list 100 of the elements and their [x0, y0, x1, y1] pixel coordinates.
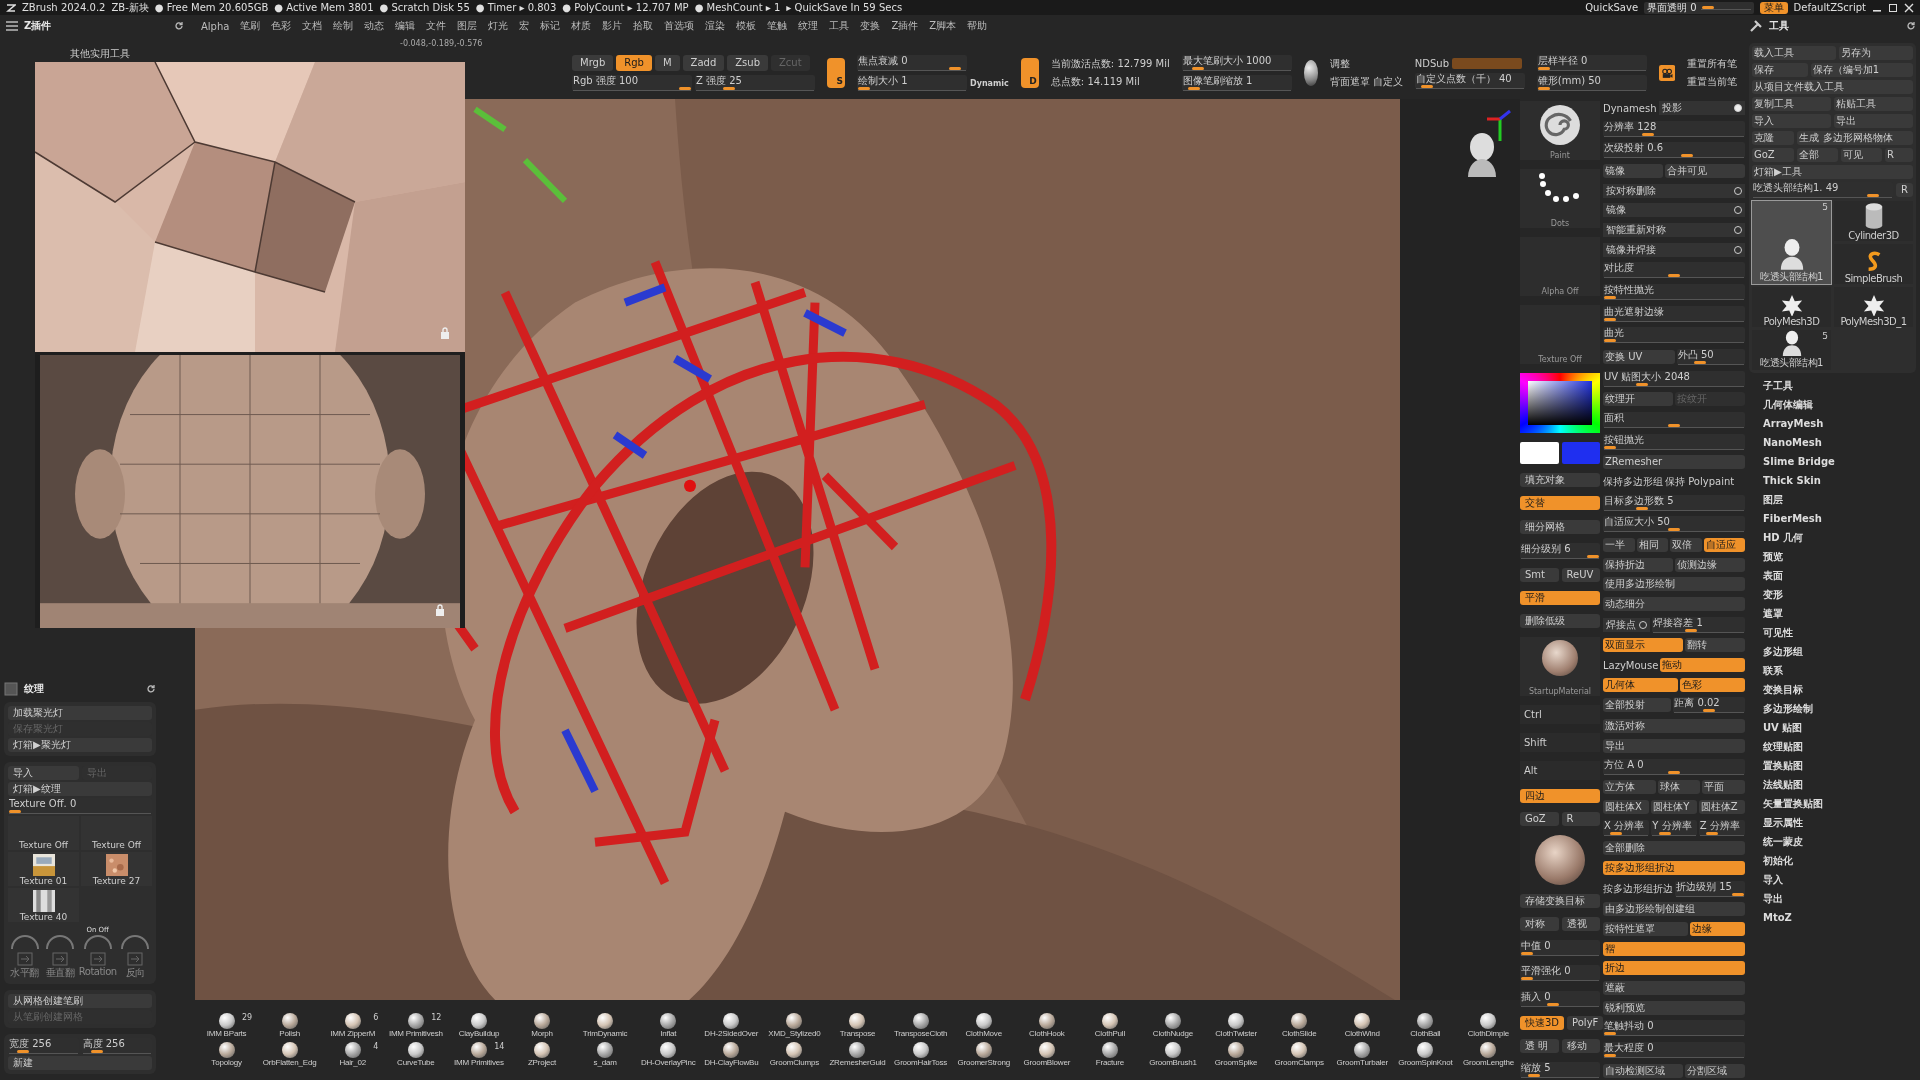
slider-thumb[interactable]: [1604, 445, 1616, 449]
slider-thumb[interactable]: [1527, 1073, 1540, 1077]
dynamic-toggle[interactable]: Dynamic: [970, 78, 1009, 88]
slider[interactable]: 曲光遮射边缘: [1603, 305, 1745, 322]
slider[interactable]: 界面透明 0: [1644, 1, 1754, 14]
setting-toggle[interactable]: 按对称删除: [1603, 183, 1745, 198]
flip-button[interactable]: Rotation: [78, 952, 117, 980]
tool-thumbnail[interactable]: SimpleBrush: [1834, 244, 1913, 284]
brush-shelf-item[interactable]: DH-ClayFlowBu: [699, 1042, 763, 1067]
tool-button[interactable]: R: [1884, 148, 1913, 162]
mode-button[interactable]: Zadd: [682, 55, 725, 71]
brush-thumbnail[interactable]: Alpha Off: [1520, 237, 1600, 297]
mode-button[interactable]: Mrgb: [572, 55, 614, 71]
texture-thumbnail[interactable]: Texture 40: [8, 888, 79, 922]
slider-thumb[interactable]: [1636, 506, 1648, 510]
strip-button[interactable]: 存储变换目标: [1520, 894, 1600, 909]
gizmo-sphere-icon[interactable]: [1535, 835, 1585, 886]
brush-shelf-item[interactable]: 29 IMM BParts: [195, 1013, 259, 1038]
tool-button[interactable]: 保存（编号加1: [1810, 63, 1913, 77]
brush-shelf-item[interactable]: ClothHook: [1015, 1013, 1079, 1038]
tool-menu-item[interactable]: 图层: [1763, 493, 1916, 506]
strip-button[interactable]: Smt: [1520, 567, 1559, 582]
tool-menu-item[interactable]: 置换贴图: [1763, 759, 1916, 772]
flip-button[interactable]: 水平翻: [8, 952, 42, 980]
menu-item[interactable]: 笔刷: [240, 19, 261, 33]
setting-button[interactable]: 分割区域: [1685, 1063, 1745, 1078]
strip-button[interactable]: 对称: [1520, 917, 1559, 932]
slider[interactable]: Z 强度 25: [695, 75, 815, 91]
refresh-icon[interactable]: [174, 21, 184, 31]
tool-button[interactable]: 载入工具: [1752, 46, 1836, 60]
tool-menu-item[interactable]: 多边形组: [1763, 645, 1916, 658]
tool-menu-item[interactable]: 变形: [1763, 588, 1916, 601]
setting-button[interactable]: 翻转: [1685, 638, 1745, 653]
brush-shelf-item[interactable]: ClothPull: [1078, 1013, 1142, 1038]
brush-shelf-item[interactable]: GroomerStrong: [952, 1042, 1016, 1067]
slider[interactable]: Rgb 强度 100: [572, 75, 692, 91]
slider[interactable]: 目标多边形数 5: [1603, 494, 1745, 511]
setting-button[interactable]: 保持折边: [1603, 557, 1673, 572]
brush-shelf-item[interactable]: GroomHairToss: [889, 1042, 953, 1067]
tool-menu-item[interactable]: HD 几何: [1763, 531, 1916, 544]
tool-menu-item[interactable]: NanoMesh: [1763, 436, 1916, 449]
menu-item[interactable]: 帮助: [967, 19, 988, 33]
brush-shelf-item[interactable]: ZProject: [510, 1042, 574, 1067]
strip-button[interactable]: R: [1561, 812, 1600, 827]
close-icon[interactable]: [1904, 2, 1914, 13]
tool-button[interactable]: 另存为: [1839, 46, 1913, 60]
slider[interactable]: 外凸 50: [1676, 349, 1745, 366]
menu-item[interactable]: Z脚本: [929, 19, 957, 33]
dial-icon[interactable]: [9, 934, 40, 950]
brush-shelf-item[interactable]: ZRemesherGuid: [825, 1042, 890, 1067]
brush-shelf-item[interactable]: GroomBrush1: [1141, 1042, 1205, 1067]
slider-thumb[interactable]: [722, 87, 735, 90]
brush-shelf-item[interactable]: ClothTwister: [1204, 1013, 1268, 1038]
slider[interactable]: 方位 A 0: [1603, 758, 1745, 775]
tool-menu-item[interactable]: Thick Skin: [1763, 474, 1916, 487]
strip-button[interactable]: 透 明: [1520, 1038, 1559, 1053]
menu-item[interactable]: 笔触: [767, 19, 788, 33]
menu-item[interactable]: 图层: [457, 19, 478, 33]
tool-button[interactable]: 全部: [1796, 148, 1838, 162]
brush-shelf-item[interactable]: ClothDimple: [1456, 1013, 1520, 1038]
flip-button[interactable]: 反向: [118, 952, 152, 980]
setting-button[interactable]: 侦测边缘: [1675, 557, 1745, 572]
setting-button[interactable]: 拖动: [1660, 658, 1745, 673]
setting-button[interactable]: 自适应: [1703, 538, 1745, 553]
setting-button[interactable]: 球体: [1657, 780, 1701, 795]
setting-button[interactable]: 折边: [1603, 961, 1745, 976]
dial-icon[interactable]: [120, 934, 151, 950]
slider[interactable]: 面积: [1603, 412, 1745, 429]
slider-thumb[interactable]: [1604, 296, 1616, 300]
tool-menu-item[interactable]: 导入: [1763, 873, 1916, 886]
slider-thumb[interactable]: [1732, 892, 1744, 896]
tool-menu-item[interactable]: 多边形绘制: [1763, 702, 1916, 715]
menu-item[interactable]: 编辑: [395, 19, 416, 33]
menu-item[interactable]: 色彩: [271, 19, 292, 33]
slider-thumb[interactable]: [1702, 5, 1715, 9]
tool-thumbnail[interactable]: PolyMesh3D_1: [1834, 287, 1913, 327]
quicksave-button[interactable]: QuickSave: [1585, 2, 1639, 13]
menu-item[interactable]: 文件: [426, 19, 447, 33]
setting-toggle[interactable]: 镜像并焊接: [1603, 242, 1745, 257]
brush-shelf-item[interactable]: DH-2SidedOver: [699, 1013, 763, 1038]
brush-shelf-item[interactable]: Topology: [195, 1042, 259, 1067]
setting-button[interactable]: 色彩: [1680, 677, 1745, 692]
brush-shelf-item[interactable]: ClothMove: [952, 1013, 1016, 1038]
slider[interactable]: 自定义点数（千） 40: [1414, 72, 1525, 89]
brush-shelf-item[interactable]: Transpose: [825, 1013, 890, 1038]
brush-shelf-item[interactable]: ClothWind: [1330, 1013, 1394, 1038]
tool-button[interactable]: 可见: [1840, 148, 1882, 162]
tool-menu-item[interactable]: MtoZ: [1763, 911, 1916, 924]
material-sphere-icon[interactable]: [1303, 60, 1318, 86]
ndsub-button[interactable]: NDSub: [1414, 57, 1449, 69]
slider-thumb[interactable]: [9, 810, 21, 813]
menu-item[interactable]: 文档: [302, 19, 323, 33]
tool-menu-item[interactable]: 初始化: [1763, 854, 1916, 867]
slider-thumb[interactable]: [1694, 361, 1706, 365]
menu-item[interactable]: Alpha: [201, 20, 230, 32]
brush-shelf-item[interactable]: Polish: [258, 1013, 322, 1038]
setting-button[interactable]: 按多边形组折边: [1603, 860, 1745, 875]
strip-button[interactable]: 移动: [1561, 1038, 1600, 1053]
setting-button[interactable]: 全部投射: [1603, 698, 1672, 713]
brush-thumbnail[interactable]: Texture Off: [1520, 305, 1600, 365]
